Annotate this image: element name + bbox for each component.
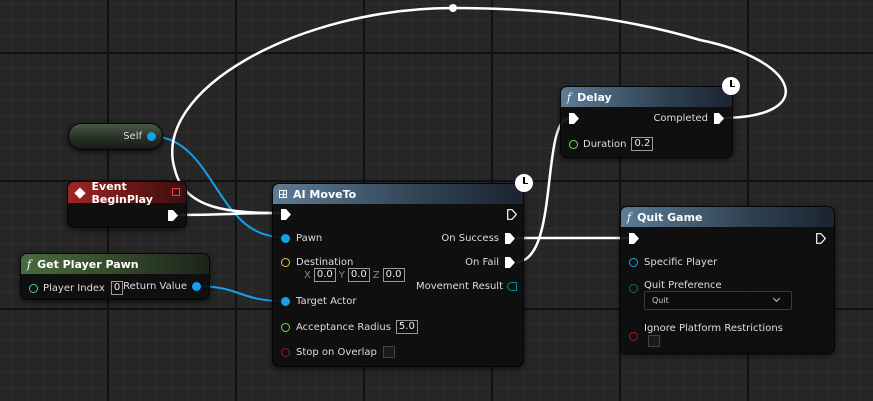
return-value-pin[interactable]	[192, 282, 201, 291]
stop-on-overlap-pin[interactable]	[281, 347, 290, 357]
destination-label: Destination	[296, 257, 354, 268]
completed-pin[interactable]	[714, 113, 724, 124]
ai-moveto-node[interactable]: AI MoveTo Pawn On Success Destination On…	[272, 183, 524, 367]
quit-preference-dropdown[interactable]: Quit	[644, 291, 792, 310]
return-value-label: Return Value	[123, 281, 187, 292]
specific-player-pin[interactable]	[629, 258, 638, 267]
on-success-pin[interactable]	[505, 233, 515, 244]
exec-input-pin[interactable]	[569, 113, 579, 124]
quit-preference-value: Quit	[652, 296, 669, 305]
self-node[interactable]: Self	[68, 123, 163, 150]
on-success-label: On Success	[441, 233, 499, 244]
acceptance-radius-input[interactable]: 5.0	[395, 320, 418, 334]
acceptance-radius-label: Acceptance Radius	[296, 321, 391, 333]
duration-label: Duration	[583, 138, 627, 150]
target-actor-pin[interactable]	[281, 297, 290, 306]
duration-pin[interactable]	[569, 139, 578, 149]
latent-clock-icon	[515, 174, 533, 192]
completed-label: Completed	[653, 113, 708, 124]
on-fail-label: On Fail	[465, 257, 499, 268]
quit-game-header: f Quit Game	[621, 207, 834, 227]
exec-output-pin[interactable]	[507, 209, 517, 220]
event-beginplay-node[interactable]: Event BeginPlay	[67, 180, 187, 228]
quit-game-title: Quit Game	[637, 210, 703, 224]
destination-pin[interactable]	[281, 258, 290, 267]
acceptance-radius-pin[interactable]	[281, 322, 290, 332]
target-actor-label: Target Actor	[296, 296, 357, 307]
get-player-pawn-node[interactable]: f Get Player Pawn Player Index 0 Return …	[20, 253, 210, 300]
stop-on-overlap-checkbox[interactable]	[382, 346, 395, 358]
player-index-input[interactable]: 0	[110, 281, 124, 295]
player-index-label: Player Index	[43, 282, 105, 294]
duration-input[interactable]: 0.2	[631, 137, 654, 151]
dest-z-label: Z	[372, 269, 380, 281]
delay-title: Delay	[577, 90, 612, 104]
event-beginplay-header: Event BeginPlay	[68, 180, 186, 206]
delay-header: f Delay	[561, 87, 732, 107]
get-player-pawn-header: f Get Player Pawn	[21, 254, 209, 274]
exec-output-pin[interactable]	[816, 233, 826, 244]
ai-moveto-title: AI MoveTo	[293, 187, 357, 201]
function-icon: f	[627, 210, 632, 224]
delay-node[interactable]: f Delay Completed Duration 0.2	[560, 86, 733, 158]
dest-y-input[interactable]: 0.0	[347, 268, 370, 282]
specific-player-label: Specific Player	[644, 257, 718, 268]
function-icon: f	[27, 257, 32, 271]
dest-z-input[interactable]: 0.0	[382, 268, 405, 282]
ignore-restrictions-label: Ignore Platform Restrictions	[644, 323, 783, 334]
latent-clock-icon	[722, 77, 740, 95]
ignore-restrictions-pin[interactable]	[629, 332, 638, 341]
pawn-label: Pawn	[296, 233, 323, 244]
player-index-pin[interactable]	[29, 283, 38, 293]
pawn-pin[interactable]	[281, 234, 290, 243]
ai-moveto-header: AI MoveTo	[273, 184, 523, 204]
self-output-pin[interactable]	[147, 132, 156, 141]
movement-result-pin[interactable]	[507, 282, 517, 291]
delegate-pin-icon[interactable]	[172, 188, 180, 196]
grid-icon	[279, 190, 287, 198]
dest-y-label: Y	[338, 269, 345, 281]
movement-result-label: Movement Result	[415, 281, 503, 292]
dest-x-input[interactable]: 0.0	[313, 268, 336, 282]
quit-preference-pin[interactable]	[629, 284, 638, 293]
ignore-restrictions-checkbox[interactable]	[648, 335, 660, 347]
stop-on-overlap-label: Stop on Overlap	[296, 346, 377, 358]
quit-game-node[interactable]: f Quit Game Specific Player Quit Prefere…	[620, 206, 835, 354]
function-icon: f	[567, 90, 572, 104]
self-label: Self	[123, 131, 142, 142]
on-fail-pin[interactable]	[505, 257, 515, 268]
quit-preference-label: Quit Preference	[644, 280, 722, 291]
exec-input-pin[interactable]	[281, 209, 291, 220]
chevron-down-icon	[772, 294, 781, 303]
get-player-pawn-title: Get Player Pawn	[37, 257, 139, 271]
exec-output-pin[interactable]	[168, 210, 178, 221]
exec-input-pin[interactable]	[629, 233, 639, 244]
event-diamond-icon	[74, 187, 86, 198]
dest-x-label: X	[304, 269, 311, 281]
